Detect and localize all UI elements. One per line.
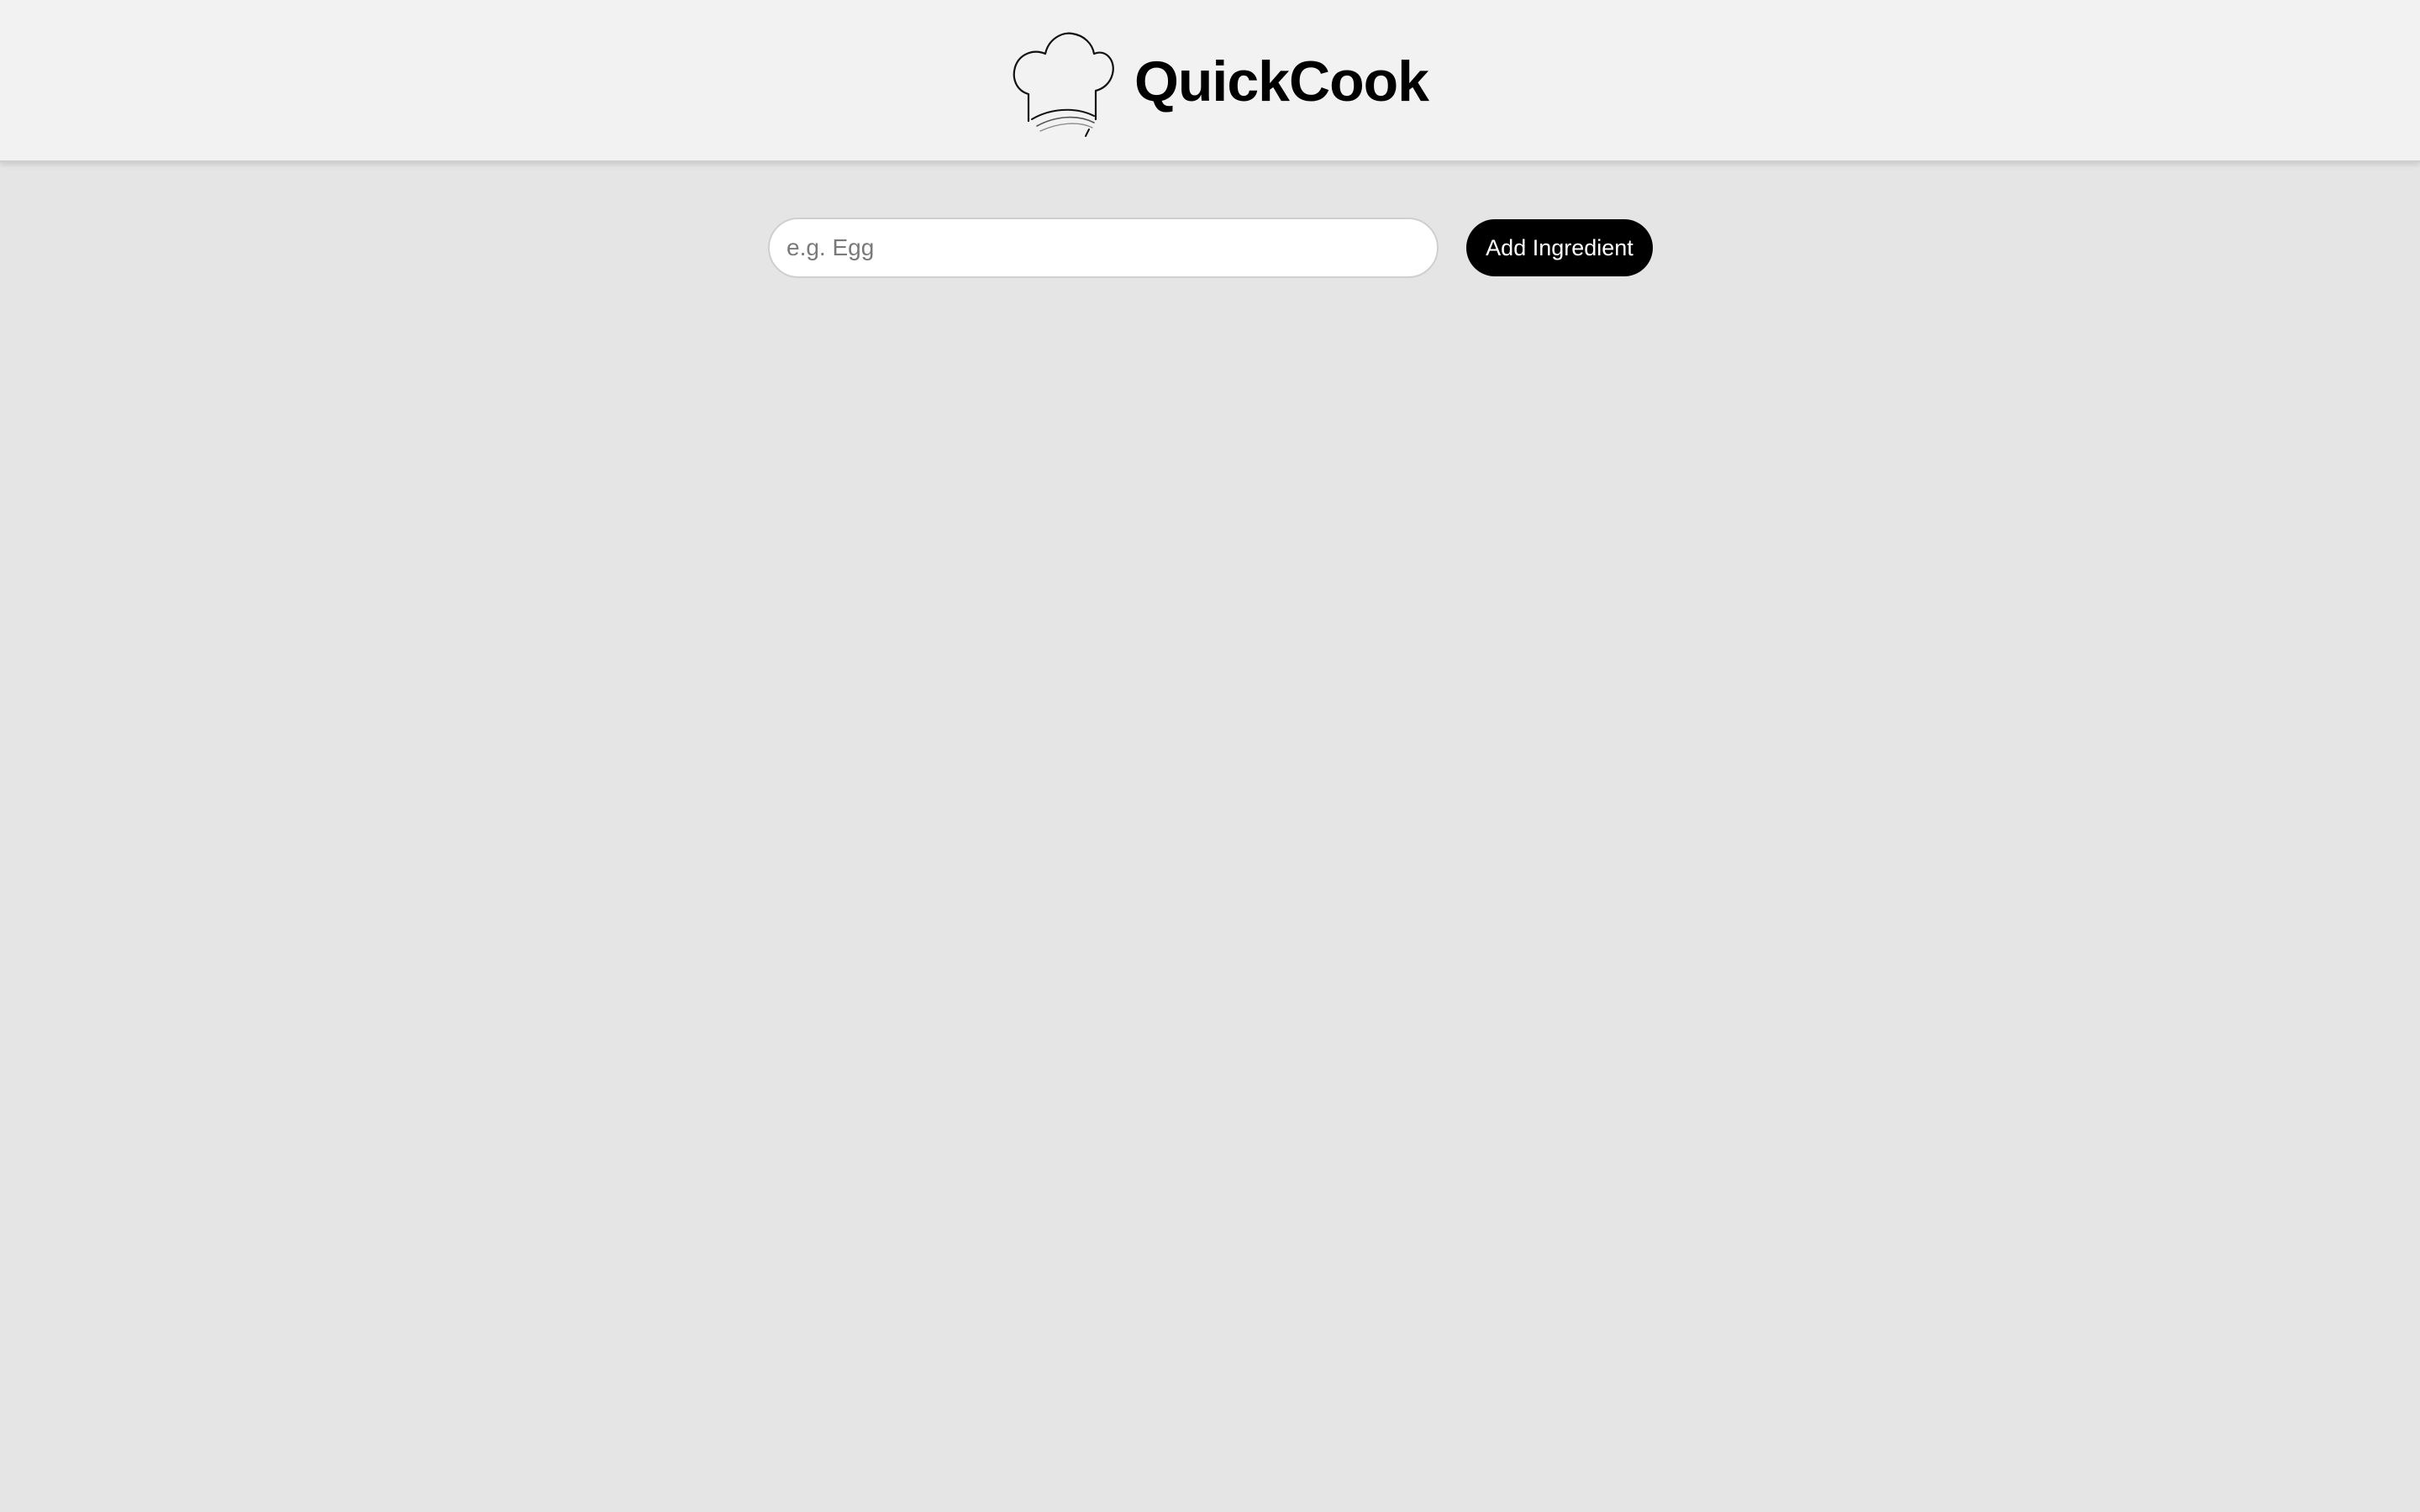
app-header: QuickCook <box>0 0 2420 162</box>
add-ingredient-button[interactable]: Add Ingredient <box>1466 219 1653 276</box>
ingredient-input[interactable] <box>768 218 1439 278</box>
chef-hat-icon <box>1012 29 1116 138</box>
app-title: QuickCook <box>1134 50 1429 113</box>
